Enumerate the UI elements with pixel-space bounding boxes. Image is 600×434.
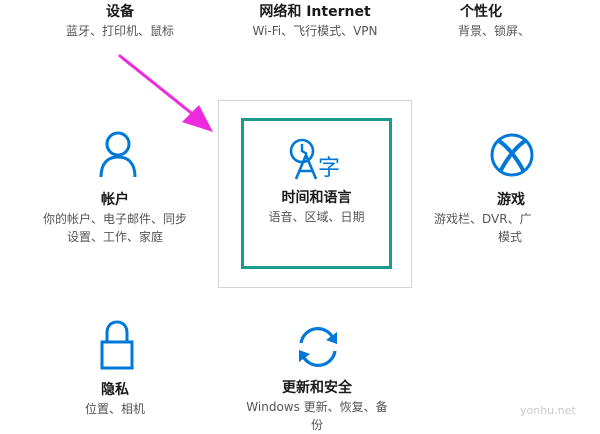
tile-update-security-desc-line2: 份 xyxy=(310,418,323,432)
svg-text:字: 字 xyxy=(318,156,340,181)
tile-gaming-desc-line1: 游戏栏、DVR、广 xyxy=(434,212,532,226)
person-icon xyxy=(98,130,138,178)
tile-gaming-title: 游戏 xyxy=(497,192,525,208)
tile-privacy-desc: 位置、相机 xyxy=(84,402,145,416)
watermark: yonhu.net xyxy=(520,404,576,417)
tile-update-security-title: 更新和安全 xyxy=(282,380,352,396)
tile-devices-title: 设备 xyxy=(106,4,134,20)
tile-network-title: 网络和 Internet xyxy=(259,4,371,20)
tile-accounts-title: 帐户 xyxy=(101,192,129,208)
tile-devices[interactable]: 设备 蓝牙、打印机、鼠标 xyxy=(40,2,200,40)
tile-accounts-desc-line2: 设置、工作、家庭 xyxy=(66,230,163,244)
tile-network[interactable]: 网络和 Internet Wi-Fi、飞行模式、VPN xyxy=(225,2,405,40)
tile-accounts-desc-line1: 你的帐户、电子邮件、同步 xyxy=(42,212,187,226)
lock-icon xyxy=(100,320,134,370)
sync-icon xyxy=(293,322,343,372)
tile-personalization-title: 个性化 xyxy=(460,4,502,20)
tile-network-desc: Wi-Fi、飞行模式、VPN xyxy=(252,24,378,38)
tile-accounts[interactable]: 帐户 你的帐户、电子邮件、同步 设置、工作、家庭 xyxy=(20,130,210,250)
tile-update-security-desc-line1: Windows 更新、恢复、备 xyxy=(246,400,388,414)
tile-devices-desc: 蓝牙、打印机、鼠标 xyxy=(65,24,174,38)
tile-privacy-title: 隐私 xyxy=(101,382,129,398)
tile-gaming[interactable]: 游戏 游戏栏、DVR、广 模式 xyxy=(432,130,600,250)
xbox-icon xyxy=(489,132,535,178)
tile-personalization[interactable]: 个性化 背景、锁屏、 xyxy=(458,2,600,40)
tile-personalization-desc: 背景、锁屏、 xyxy=(458,24,531,38)
tile-time-language-title: 时间和语言 xyxy=(281,190,352,206)
tile-privacy[interactable]: 隐私 位置、相机 xyxy=(40,320,190,420)
tile-time-language[interactable]: 字 时间和语言 语音、区域、日期 xyxy=(244,130,389,260)
tile-gaming-desc-line2: 模式 xyxy=(498,230,523,244)
tile-time-language-desc: 语音、区域、日期 xyxy=(268,210,365,224)
time-language-icon: 字 xyxy=(288,135,348,183)
pink-arrow-icon xyxy=(112,50,222,140)
tile-update-security[interactable]: 更新和安全 Windows 更新、恢复、备 份 xyxy=(232,320,402,432)
